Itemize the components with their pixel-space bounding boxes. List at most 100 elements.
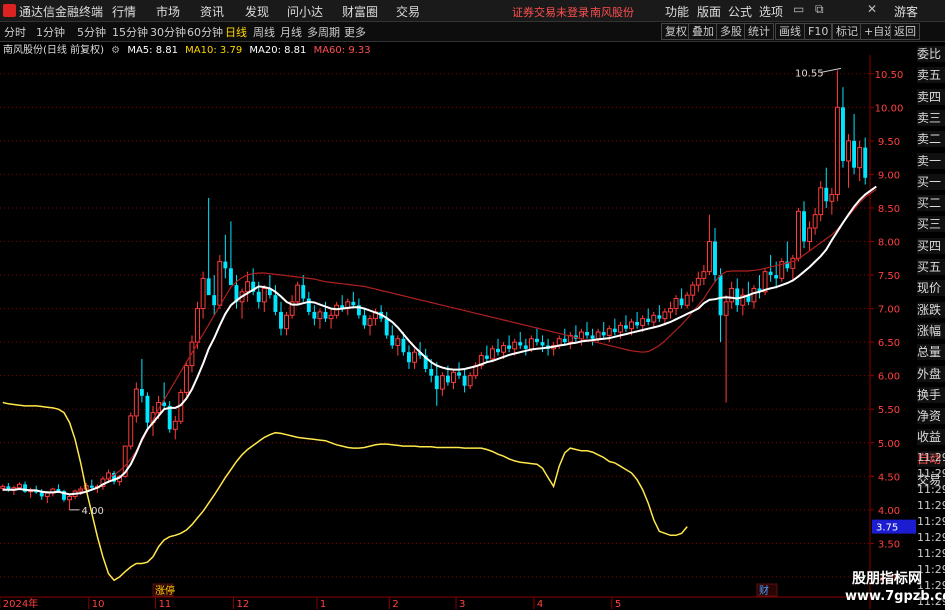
sidebar-time-6: 11:29	[917, 547, 945, 560]
sidebar-item-3[interactable]: 卖三	[917, 109, 945, 126]
sidebar-item-4[interactable]: 卖二	[917, 131, 945, 148]
sidebar-item-11[interactable]: 现价	[917, 280, 945, 297]
sidebar-item-5[interactable]: 卖一	[917, 152, 945, 169]
period-60min[interactable]: 60分钟	[187, 24, 223, 40]
event-tag-label: 财	[759, 584, 769, 597]
candle-up	[172, 420, 178, 430]
period-multi[interactable]: 多周期	[307, 24, 340, 40]
sidebar-item-16[interactable]: 换手	[917, 386, 945, 403]
candle-down	[434, 375, 439, 390]
f10-button[interactable]: F10	[804, 23, 833, 40]
restore-icon[interactable]: ⧉	[815, 2, 824, 17]
candle-up	[334, 304, 340, 316]
menu-item-discover[interactable]: 发现	[245, 3, 269, 20]
menu-item-market[interactable]: 市场	[156, 3, 180, 20]
sidebar-item-14[interactable]: 总量	[917, 344, 945, 361]
menu-item-wealth-circle[interactable]: 财富圈	[342, 3, 378, 20]
annotations: 10.55 4.00 涨停 财	[69, 67, 842, 597]
candle-down	[256, 291, 261, 302]
date-label: 4	[537, 599, 543, 609]
candle-down	[407, 352, 411, 363]
sidebar-item-13[interactable]: 涨幅	[917, 322, 945, 339]
candle-down	[768, 271, 773, 276]
price-tick-label: 4.00	[878, 506, 900, 517]
sidebar-item-12[interactable]: 涨跌	[917, 301, 945, 318]
candle-down	[718, 275, 723, 316]
candle-down	[590, 335, 595, 339]
sidebar-item-18[interactable]: 收益	[917, 429, 945, 446]
candle-down	[635, 321, 640, 326]
ma-red-line	[108, 188, 877, 479]
sidebar-item-0[interactable]: 委比	[917, 46, 945, 62]
sidebar-item-9[interactable]: 买四	[917, 237, 945, 254]
menu-layout[interactable]: 版面	[697, 3, 721, 20]
sidebar-item-17[interactable]: 净资	[917, 408, 945, 425]
login-warning[interactable]: 证券交易未登录	[512, 4, 589, 20]
period-monthly[interactable]: 月线	[280, 24, 302, 40]
candle-down	[362, 315, 367, 326]
price-tick-label: 7.00	[878, 305, 900, 316]
menu-formula[interactable]: 公式	[728, 3, 752, 20]
sidebar-item-7[interactable]: 买二	[917, 195, 945, 212]
candle-up	[701, 271, 707, 279]
overlay-button[interactable]: 叠加	[688, 23, 718, 40]
candle-up	[695, 277, 701, 286]
candle-up	[812, 214, 818, 229]
menu-item-news[interactable]: 资讯	[200, 3, 224, 20]
draw-button[interactable]: 画线	[775, 23, 805, 40]
candle-up	[857, 147, 863, 169]
sidebar-item-6[interactable]: 买一	[917, 173, 945, 190]
period-more[interactable]: 更多	[344, 24, 366, 40]
period-30min[interactable]: 30分钟	[150, 24, 186, 40]
candle-up	[451, 371, 456, 383]
period-5min[interactable]: 5分钟	[77, 24, 106, 40]
candle-up	[834, 106, 840, 196]
menu-item-quotes[interactable]: 行情	[112, 3, 136, 20]
candle-up	[395, 338, 401, 346]
sidebar-item-15[interactable]: 外盘	[917, 365, 945, 382]
period-1min[interactable]: 1分钟	[36, 24, 65, 40]
candle-up	[629, 321, 634, 330]
menu-item-trade[interactable]: 交易	[396, 3, 420, 20]
high-pointer	[820, 67, 842, 73]
candlestick-chart[interactable]: 10.50 10.00 9.50 9.00 8.50 8.00 7.50 7.00 6.50 6.…	[0, 55, 917, 609]
sidebar-item-2[interactable]: 卖四	[917, 88, 945, 105]
candle-up	[217, 261, 223, 306]
sidebar-item-1[interactable]: 卖五	[917, 67, 945, 84]
candle-up	[106, 472, 111, 480]
indicator-info-line: 南风股份(日线 前复权) ⚙ MA5: 8.81 MA10: 3.79 MA20…	[0, 41, 375, 56]
stats-button[interactable]: 统计	[744, 23, 774, 40]
back-button[interactable]: 返回	[890, 23, 920, 40]
candle-up	[690, 284, 696, 296]
multi-stock-button[interactable]: 多股	[716, 23, 746, 40]
adjust-button[interactable]: 复权	[661, 23, 691, 40]
candle-down	[273, 295, 278, 312]
candle-up	[829, 194, 835, 202]
candle-down	[852, 140, 857, 168]
price-tick-label: 10.50	[875, 70, 904, 81]
period-daily[interactable]: 日线	[225, 24, 247, 40]
close-icon[interactable]: ✕	[867, 2, 877, 16]
sidebar-item-10[interactable]: 买五	[917, 259, 945, 275]
period-timeshare[interactable]: 分时	[4, 24, 26, 40]
sidebar-item-8[interactable]: 买三	[917, 216, 945, 233]
candle-up	[317, 311, 323, 320]
minimize-icon[interactable]: ▭	[793, 2, 804, 16]
menu-item-assistant[interactable]: 问小达	[287, 3, 323, 20]
period-15min[interactable]: 15分钟	[112, 24, 148, 40]
candle-down	[585, 332, 589, 336]
candle-up	[501, 344, 506, 353]
candle-up	[668, 308, 673, 313]
candle-up	[439, 375, 445, 390]
candle-up	[579, 331, 584, 340]
menu-function[interactable]: 功能	[665, 3, 689, 20]
mark-button[interactable]: 标记	[832, 23, 862, 40]
candle-up	[512, 341, 518, 350]
candle-up	[183, 365, 189, 393]
period-weekly[interactable]: 周线	[253, 24, 275, 40]
candle-down	[139, 389, 144, 396]
candle-down	[534, 338, 539, 343]
menu-options[interactable]: 选项	[759, 3, 783, 20]
guest-label[interactable]: 游客	[894, 3, 918, 20]
candle-up	[807, 227, 813, 242]
